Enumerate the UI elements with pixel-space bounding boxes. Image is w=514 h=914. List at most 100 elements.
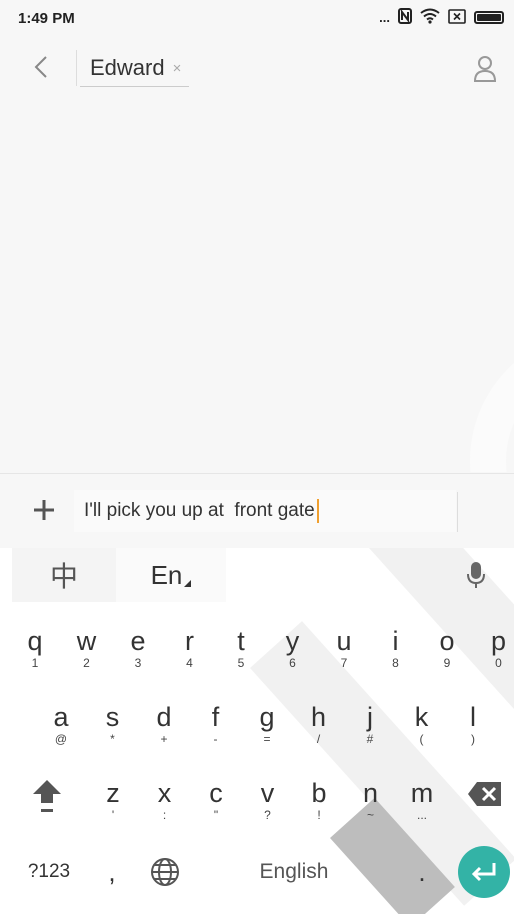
key-label: m	[410, 778, 434, 808]
message-text: I'll pick you up at front gate	[84, 500, 315, 521]
key-row-3: z ' x: c " v? b! n ~ m...	[0, 770, 514, 840]
back-button[interactable]	[26, 50, 56, 84]
key-c[interactable]: c "	[191, 770, 241, 840]
key-secondary-label: 3	[134, 656, 142, 670]
add-attachment-button[interactable]	[26, 492, 62, 528]
key-f[interactable]: f-	[191, 694, 241, 764]
key-l[interactable]: l)	[448, 694, 498, 764]
key-label: z	[106, 778, 120, 808]
key-label: a	[53, 702, 69, 732]
enter-key[interactable]	[458, 846, 510, 898]
key-e[interactable]: e3	[113, 618, 163, 688]
chinese-input-button[interactable]: 中	[12, 548, 116, 602]
status-time: 1:49 PM	[18, 10, 75, 27]
key-secondary-label: !	[317, 808, 321, 822]
remove-recipient-icon[interactable]: ×	[173, 60, 182, 77]
key-secondary-label: ?	[264, 808, 271, 822]
key-secondary-label: 8	[392, 656, 399, 670]
key-label: b	[311, 778, 327, 808]
comma-key[interactable]: ,	[92, 844, 132, 900]
key-q[interactable]: q1	[10, 618, 60, 688]
key-row-1: q1w2e3r4t5y6u7i8o9p0	[0, 618, 514, 688]
key-label: i	[392, 626, 399, 656]
key-label: y	[285, 626, 300, 656]
wifi-icon	[420, 8, 440, 27]
key-label: h	[310, 702, 327, 732]
composer-bar: I'll pick you up at front gate	[0, 473, 514, 548]
space-key[interactable]: English	[200, 844, 388, 900]
key-label: x	[157, 778, 172, 808]
key-label: r	[185, 626, 194, 656]
key-o[interactable]: o9	[422, 618, 472, 688]
key-w[interactable]: w2	[62, 618, 112, 688]
key-d[interactable]: d +	[139, 694, 189, 764]
key-k[interactable]: k(	[397, 694, 447, 764]
key-secondary-label: '	[111, 808, 115, 822]
key-secondary-label: 9	[443, 656, 451, 670]
contact-icon	[473, 56, 497, 82]
background-watermark	[470, 330, 514, 472]
status-bar: 1:49 PM ...	[0, 0, 514, 36]
key-u[interactable]: u7	[319, 618, 369, 688]
key-n[interactable]: n ~	[346, 770, 396, 840]
key-y[interactable]: y6	[268, 618, 318, 688]
key-secondary-label: +	[160, 732, 168, 746]
key-secondary-label: =	[263, 732, 271, 746]
nfc-icon	[398, 8, 412, 27]
key-z[interactable]: z '	[88, 770, 138, 840]
key-label: s	[105, 702, 120, 732]
symbols-key[interactable]: ?123	[14, 844, 84, 900]
key-secondary-label: 0	[495, 656, 502, 670]
key-secondary-label: :	[162, 808, 167, 822]
sim-icon	[448, 8, 466, 27]
backspace-icon	[468, 782, 501, 806]
key-s[interactable]: s *	[88, 694, 138, 764]
key-secondary-label: 6	[289, 656, 296, 670]
key-label: t	[237, 626, 245, 656]
voice-input-button[interactable]	[450, 548, 502, 602]
key-p[interactable]: p0	[474, 618, 514, 688]
battery-icon	[474, 11, 504, 24]
message-input[interactable]: I'll pick you up at front gate	[74, 490, 456, 532]
key-secondary-label: "	[213, 808, 219, 822]
key-m[interactable]: m...	[397, 770, 447, 840]
backspace-key[interactable]	[462, 774, 508, 814]
period-key[interactable]: .	[402, 844, 442, 900]
contact-button[interactable]	[472, 54, 498, 82]
shift-key[interactable]	[22, 766, 72, 826]
key-i[interactable]: i8	[371, 618, 421, 688]
language-key[interactable]	[140, 844, 190, 900]
recipient-chip[interactable]: Edward ×	[80, 50, 190, 87]
key-v[interactable]: v?	[243, 770, 293, 840]
key-label: v	[260, 778, 275, 808]
enter-icon	[471, 863, 496, 882]
key-label: l	[470, 702, 476, 732]
key-t[interactable]: t5	[216, 618, 266, 688]
key-label: d	[156, 702, 172, 732]
key-row-2: a @ s * d + f - g = h / j # k(l)	[0, 694, 514, 764]
mic-icon	[467, 562, 485, 588]
key-secondary-label: 5	[237, 656, 245, 670]
key-label: w	[76, 626, 97, 656]
recipient-name: Edward	[90, 55, 165, 80]
key-a[interactable]: a @	[36, 694, 86, 764]
key-label: p	[490, 626, 507, 656]
status-icons: ...	[379, 8, 504, 27]
key-secondary-label: (	[419, 732, 424, 746]
key-label: e	[130, 626, 146, 656]
key-secondary-label: )	[471, 732, 475, 746]
english-input-button[interactable]: En	[116, 548, 226, 602]
key-secondary-label: @	[54, 732, 68, 746]
key-b[interactable]: b!	[294, 770, 344, 840]
key-j[interactable]: j #	[345, 694, 395, 764]
key-h[interactable]: h /	[294, 694, 344, 764]
composer-divider	[457, 492, 458, 532]
key-r[interactable]: r4	[165, 618, 215, 688]
message-list[interactable]	[0, 100, 514, 472]
key-secondary-label: 2	[83, 656, 90, 670]
key-secondary-label: 7	[340, 656, 348, 670]
key-x[interactable]: x:	[140, 770, 190, 840]
key-label: q	[27, 626, 43, 656]
add-icon	[34, 500, 54, 520]
key-g[interactable]: g =	[242, 694, 292, 764]
